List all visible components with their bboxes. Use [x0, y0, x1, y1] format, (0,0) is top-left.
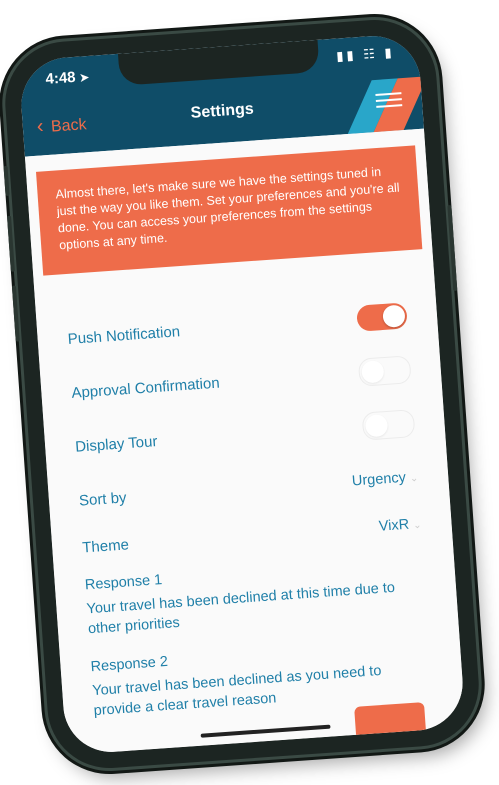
signal-icon: ▮▮	[335, 47, 358, 64]
chevron-down-icon: ⌄	[409, 472, 419, 485]
mute-switch	[3, 165, 10, 197]
volume-down-button	[11, 285, 20, 342]
battery-icon: ▮	[383, 44, 396, 61]
approval-confirmation-label: Approval Confirmation	[70, 374, 221, 402]
volume-up-button	[7, 215, 15, 272]
sort-by-select[interactable]: Urgency ⌄	[351, 469, 418, 490]
push-notification-label: Push Notification	[67, 322, 181, 348]
status-icons: ▮▮ ☷ ▮	[336, 45, 395, 65]
home-indicator	[200, 724, 331, 738]
display-tour-toggle[interactable]	[361, 409, 416, 441]
phone-notch	[117, 39, 320, 86]
sort-by-value: Urgency	[351, 469, 407, 490]
chevron-down-icon: ⌄	[412, 519, 422, 532]
push-notification-toggle[interactable]	[356, 302, 408, 332]
wifi-icon: ☷	[362, 45, 379, 62]
approval-confirmation-toggle[interactable]	[357, 355, 412, 387]
phone-screen: 4:48 ➤ ▮▮ ☷ ▮ ‹ Back Settings Almost the…	[18, 32, 466, 756]
status-time-text: 4:48	[44, 68, 77, 88]
settings-content: Almost there, let's make sure we have th…	[24, 128, 466, 756]
theme-select[interactable]: VixR ⌄	[378, 516, 422, 535]
phone-frame: 4:48 ➤ ▮▮ ☷ ▮ ‹ Back Settings Almost the…	[1, 15, 483, 773]
sort-by-label: Sort by	[78, 488, 128, 510]
done-button[interactable]	[354, 702, 427, 741]
display-tour-label: Display Tour	[74, 432, 158, 456]
hamburger-menu-icon[interactable]	[375, 88, 403, 112]
theme-label: Theme	[81, 535, 130, 556]
location-arrow-icon: ➤	[79, 71, 90, 85]
power-button	[447, 204, 458, 292]
theme-value: VixR	[378, 516, 410, 535]
settings-list: Push Notification Approval Confirmation …	[33, 248, 463, 723]
status-time: 4:48 ➤	[45, 68, 90, 88]
